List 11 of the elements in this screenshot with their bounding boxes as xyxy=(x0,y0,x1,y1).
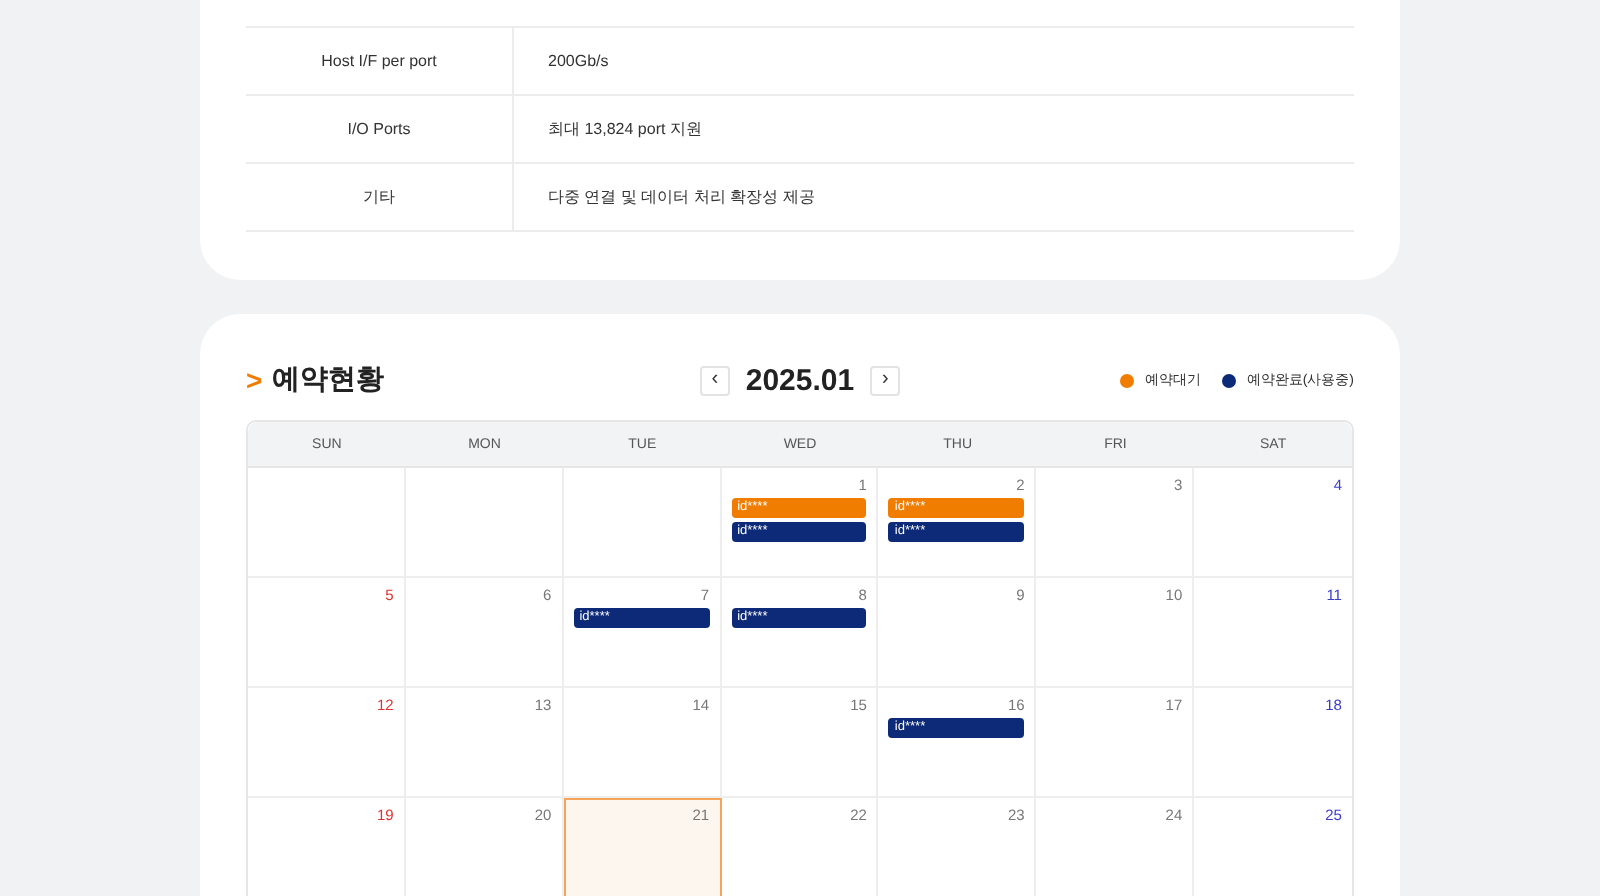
section-title: 예약현황 xyxy=(272,362,385,398)
spec-value: 200Gb/s xyxy=(548,52,609,70)
next-month-button[interactable]: › xyxy=(870,365,901,395)
spec-value: 다중 연결 및 데이터 처리 확장성 제공 xyxy=(548,186,815,208)
month-label: 2025.01 xyxy=(745,363,855,397)
spec-label: 기타 xyxy=(363,186,395,208)
title-marker: > xyxy=(246,364,263,396)
spec-label: Host I/F per port xyxy=(321,52,437,70)
previous-month-button[interactable]: ‹ xyxy=(699,365,730,395)
spec-value: 최대 13,824 port 지원 xyxy=(548,118,702,140)
spec-label: I/O Ports xyxy=(347,120,411,138)
